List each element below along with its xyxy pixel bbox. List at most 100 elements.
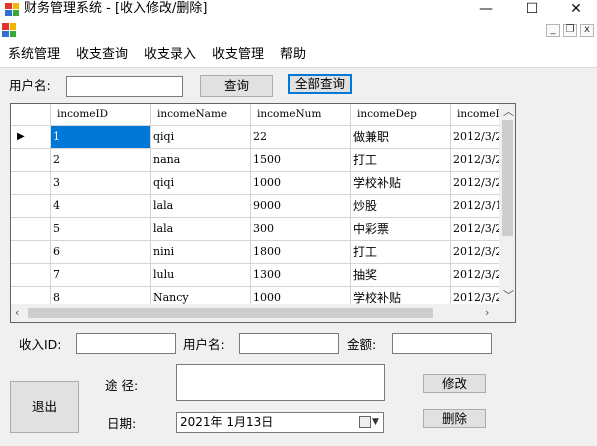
table-cell[interactable]: lala (151, 195, 251, 218)
income-id-field[interactable] (76, 333, 176, 354)
query-all-button[interactable]: 全部查询 (288, 74, 352, 94)
row-header[interactable] (11, 172, 51, 195)
chevron-down-icon[interactable]: ▼ (372, 413, 379, 432)
table-cell[interactable]: 7 (51, 264, 151, 287)
table-row[interactable]: 8 Nancy 1000 学校补贴 2012/3/2 (11, 287, 499, 304)
table-cell[interactable]: 1500 (251, 149, 351, 172)
table-cell[interactable]: 1000 (251, 287, 351, 304)
date-value: 2021年 1月13日 (180, 415, 274, 429)
table-cell[interactable]: 2012/3/2 (451, 287, 499, 304)
amount-field[interactable] (392, 333, 492, 354)
scroll-right-arrow-icon[interactable]: › (485, 307, 489, 319)
calendar-icon[interactable] (359, 416, 371, 428)
scroll-left-arrow-icon[interactable]: ‹ (15, 307, 19, 319)
table-cell[interactable]: qiqi (151, 126, 251, 149)
table-cell[interactable]: 4 (51, 195, 151, 218)
table-cell[interactable]: 打工 (351, 241, 451, 264)
row-header[interactable]: ▶ (11, 126, 51, 149)
row-header[interactable] (11, 149, 51, 172)
table-row[interactable]: 3 qiqi 1000 学校补贴 2012/3/2 (11, 172, 499, 195)
table-row[interactable]: 6 nini 1800 打工 2012/3/2 (11, 241, 499, 264)
table-cell[interactable]: 2 (51, 149, 151, 172)
table-cell[interactable]: 做兼职 (351, 126, 451, 149)
scroll-up-arrow-icon[interactable]: ︿ (503, 106, 514, 118)
table-cell[interactable]: 9000 (251, 195, 351, 218)
maximize-button[interactable]: ☐ (509, 0, 555, 20)
menu-system-management[interactable]: 系统管理 (8, 47, 60, 63)
table-cell[interactable]: 1300 (251, 264, 351, 287)
table-cell[interactable]: 1000 (251, 172, 351, 195)
column-header-incomeid[interactable]: incomeID (51, 104, 151, 126)
table-cell[interactable]: qiqi (151, 172, 251, 195)
delete-button[interactable]: 删除 (423, 409, 486, 428)
table-row[interactable]: 7 lulu 1300 抽奖 2012/3/2 (11, 264, 499, 287)
table-cell[interactable]: 3 (51, 172, 151, 195)
title-bar: 财务管理系统 - [收入修改/删除] — ☐ ✕ (0, 0, 597, 20)
modify-button[interactable]: 修改 (423, 374, 486, 393)
table-cell[interactable]: 2012/3/2 (451, 264, 499, 287)
row-header[interactable] (11, 195, 51, 218)
vertical-scroll-thumb[interactable] (502, 120, 513, 236)
child-minimize-button[interactable]: _ (546, 24, 560, 37)
table-cell[interactable]: 2012/3/2 (451, 172, 499, 195)
income-data-grid[interactable]: incomeID incomeName incomeNum incomeDep … (10, 103, 516, 323)
child-close-button[interactable]: x (580, 24, 594, 37)
mdi-control-bar: _ ❐ x (0, 20, 597, 42)
table-row[interactable]: 4 lala 9000 炒股 2012/3/1 (11, 195, 499, 218)
row-header[interactable] (11, 264, 51, 287)
table-cell[interactable]: 学校补贴 (351, 287, 451, 304)
column-header-incomename[interactable]: incomeName (151, 104, 251, 126)
row-header[interactable] (11, 218, 51, 241)
menu-help[interactable]: 帮助 (280, 47, 306, 63)
table-cell[interactable]: 2012/3/2 (451, 126, 499, 149)
username-label: 用户名: (183, 337, 225, 352)
table-cell[interactable]: 8 (51, 287, 151, 304)
horizontal-scroll-thumb[interactable] (28, 308, 433, 318)
column-header-incomenum[interactable]: incomeNum (251, 104, 351, 126)
search-username-input[interactable] (66, 76, 183, 97)
table-cell[interactable]: lala (151, 218, 251, 241)
table-cell[interactable]: 5 (51, 218, 151, 241)
source-label: 途 径: (105, 378, 139, 393)
table-cell[interactable]: 1800 (251, 241, 351, 264)
column-header-incomedep[interactable]: incomeDep (351, 104, 451, 126)
table-cell[interactable]: 打工 (351, 149, 451, 172)
table-cell[interactable]: 300 (251, 218, 351, 241)
table-cell[interactable]: 6 (51, 241, 151, 264)
table-cell[interactable]: 22 (251, 126, 351, 149)
table-cell[interactable]: 2012/3/2 (451, 241, 499, 264)
table-row[interactable]: ▶ 1 qiqi 22 做兼职 2012/3/2 (11, 126, 499, 149)
menu-income-management[interactable]: 收支管理 (212, 47, 264, 63)
close-button[interactable]: ✕ (553, 0, 597, 20)
table-cell[interactable]: 2012/3/2 (451, 218, 499, 241)
table-cell[interactable]: 2012/3/2 (451, 149, 499, 172)
grid-vertical-scrollbar[interactable]: ︿ ﹀ (499, 104, 515, 304)
table-cell[interactable]: 炒股 (351, 195, 451, 218)
table-cell[interactable]: 学校补贴 (351, 172, 451, 195)
source-textarea[interactable] (176, 364, 385, 401)
table-cell[interactable]: 1 (51, 126, 151, 149)
row-header[interactable] (11, 241, 51, 264)
menu-income-entry[interactable]: 收支录入 (144, 47, 196, 63)
column-header-incomedate[interactable]: incomeD (451, 104, 499, 126)
minimize-button[interactable]: — (463, 0, 509, 20)
scroll-down-arrow-icon[interactable]: ﹀ (503, 290, 514, 302)
query-button[interactable]: 查询 (200, 75, 273, 97)
table-row[interactable]: 2 nana 1500 打工 2012/3/2 (11, 149, 499, 172)
table-cell[interactable]: Nancy (151, 287, 251, 304)
table-cell[interactable]: 抽奖 (351, 264, 451, 287)
username-field[interactable] (239, 333, 339, 354)
table-row[interactable]: 5 lala 300 中彩票 2012/3/2 (11, 218, 499, 241)
child-restore-button[interactable]: ❐ (563, 24, 577, 37)
table-cell[interactable]: nana (151, 149, 251, 172)
menu-income-query[interactable]: 收支查询 (76, 47, 128, 63)
search-username-label: 用户名: (9, 78, 51, 93)
date-picker[interactable]: 2021年 1月13日 ▼ (176, 412, 384, 433)
grid-horizontal-scrollbar[interactable]: ‹ › (11, 304, 499, 322)
table-cell[interactable]: 中彩票 (351, 218, 451, 241)
exit-button[interactable]: 退出 (10, 381, 79, 433)
table-cell[interactable]: 2012/3/1 (451, 195, 499, 218)
table-cell[interactable]: nini (151, 241, 251, 264)
table-cell[interactable]: lulu (151, 264, 251, 287)
row-header[interactable] (11, 287, 51, 304)
